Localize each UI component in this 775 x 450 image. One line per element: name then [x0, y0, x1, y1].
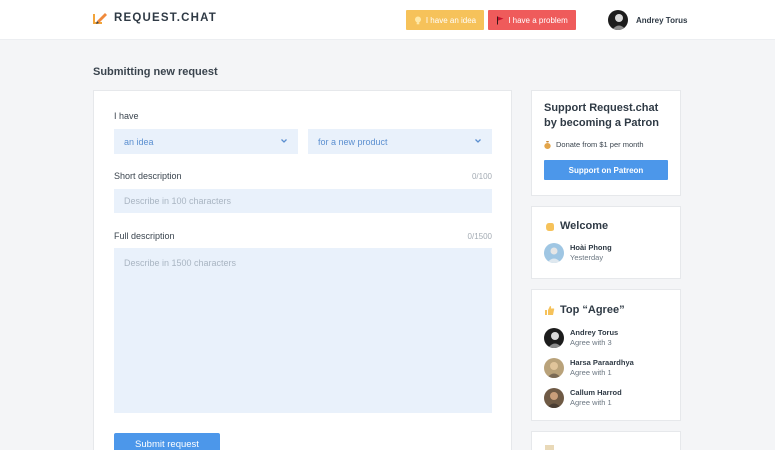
avatar: [544, 328, 564, 348]
top-agree-user-count: Agree with 1: [570, 398, 612, 407]
welcome-user-time: Yesterday: [570, 253, 604, 262]
full-description-placeholder: Describe in 1500 characters: [124, 258, 237, 268]
sidebar-card-partial: [531, 431, 681, 450]
flag-icon: [497, 16, 504, 24]
request-target-select[interactable]: for a new product: [308, 129, 492, 154]
request-type-select[interactable]: an idea: [114, 129, 298, 154]
welcome-title: Welcome: [560, 220, 609, 232]
waving-hand-icon: [546, 223, 554, 231]
request-form: I have an idea for a new product Short d…: [93, 90, 512, 450]
avatar: [544, 388, 564, 408]
top-agree-header: Top “Agree”: [544, 303, 668, 318]
donate-text: Donate from $1 per month: [556, 140, 644, 149]
support-patreon-button[interactable]: Support on Patreon: [544, 160, 668, 180]
support-card: Support Request.chat by becoming a Patro…: [531, 90, 681, 196]
avatar: [544, 243, 564, 263]
have-problem-label: I have a problem: [508, 15, 568, 25]
top-agree-user-name: Harsa Paraardhya: [570, 358, 634, 367]
logo[interactable]: REQUEST.CHAT: [92, 10, 217, 26]
lightbulb-icon: [414, 16, 421, 24]
page-title: Submitting new request: [93, 66, 218, 78]
top-agree-user[interactable]: Callum Harrod Agree with 1: [544, 388, 668, 408]
top-agree-user[interactable]: Andrey Torus Agree with 3: [544, 328, 668, 348]
top-header: REQUEST.CHAT I have an idea I have a pro…: [0, 0, 775, 40]
memo-icon: [545, 445, 554, 450]
top-agree-user[interactable]: Harsa Paraardhya Agree with 1: [544, 358, 668, 378]
pencil-logo-icon: [93, 13, 107, 24]
welcome-user-name: Hoài Phong: [570, 243, 612, 252]
short-description-placeholder: Describe in 100 characters: [124, 196, 232, 206]
top-agree-user-count: Agree with 3: [570, 338, 612, 347]
donate-line: Donate from $1 per month: [544, 140, 668, 149]
logo-text: REQUEST.CHAT: [114, 12, 217, 24]
avatar: [544, 358, 564, 378]
have-problem-button[interactable]: I have a problem: [488, 10, 576, 30]
user-name: Andrey Torus: [636, 15, 688, 25]
top-agree-card: Top “Agree” Andrey Torus Agree with 3 Ha…: [531, 289, 681, 421]
support-title: Support Request.chat by becoming a Patro…: [544, 102, 659, 129]
welcome-user[interactable]: Hoài Phong Yesterday: [544, 243, 668, 263]
user-menu[interactable]: Andrey Torus: [608, 10, 687, 30]
short-description-input[interactable]: Describe in 100 characters: [114, 189, 492, 213]
request-target-value: for a new product: [318, 136, 388, 147]
chevron-down-icon: [475, 139, 481, 143]
top-agree-user-name: Callum Harrod: [570, 388, 622, 397]
full-description-counter: 0/1500: [467, 232, 492, 241]
money-bag-icon: [544, 141, 551, 149]
type-label: I have: [114, 111, 139, 121]
full-description-label: Full description: [114, 231, 175, 241]
top-agree-user-count: Agree with 1: [570, 368, 612, 377]
welcome-card: Welcome Hoài Phong Yesterday: [531, 206, 681, 279]
thumbs-up-icon: [545, 306, 555, 315]
full-description-textarea[interactable]: Describe in 1500 characters: [114, 248, 492, 413]
chevron-down-icon: [281, 139, 287, 143]
submit-request-button[interactable]: Submit request: [114, 433, 220, 450]
request-type-value: an idea: [124, 136, 154, 147]
short-description-counter: 0/100: [471, 172, 492, 181]
welcome-header: Welcome: [544, 219, 668, 234]
have-idea-label: I have an idea: [425, 15, 477, 25]
avatar: [608, 10, 628, 30]
top-agree-title: Top “Agree”: [560, 304, 625, 316]
top-agree-user-name: Andrey Torus: [570, 328, 619, 337]
short-description-label: Short description: [114, 171, 182, 181]
have-idea-button[interactable]: I have an idea: [406, 10, 484, 30]
